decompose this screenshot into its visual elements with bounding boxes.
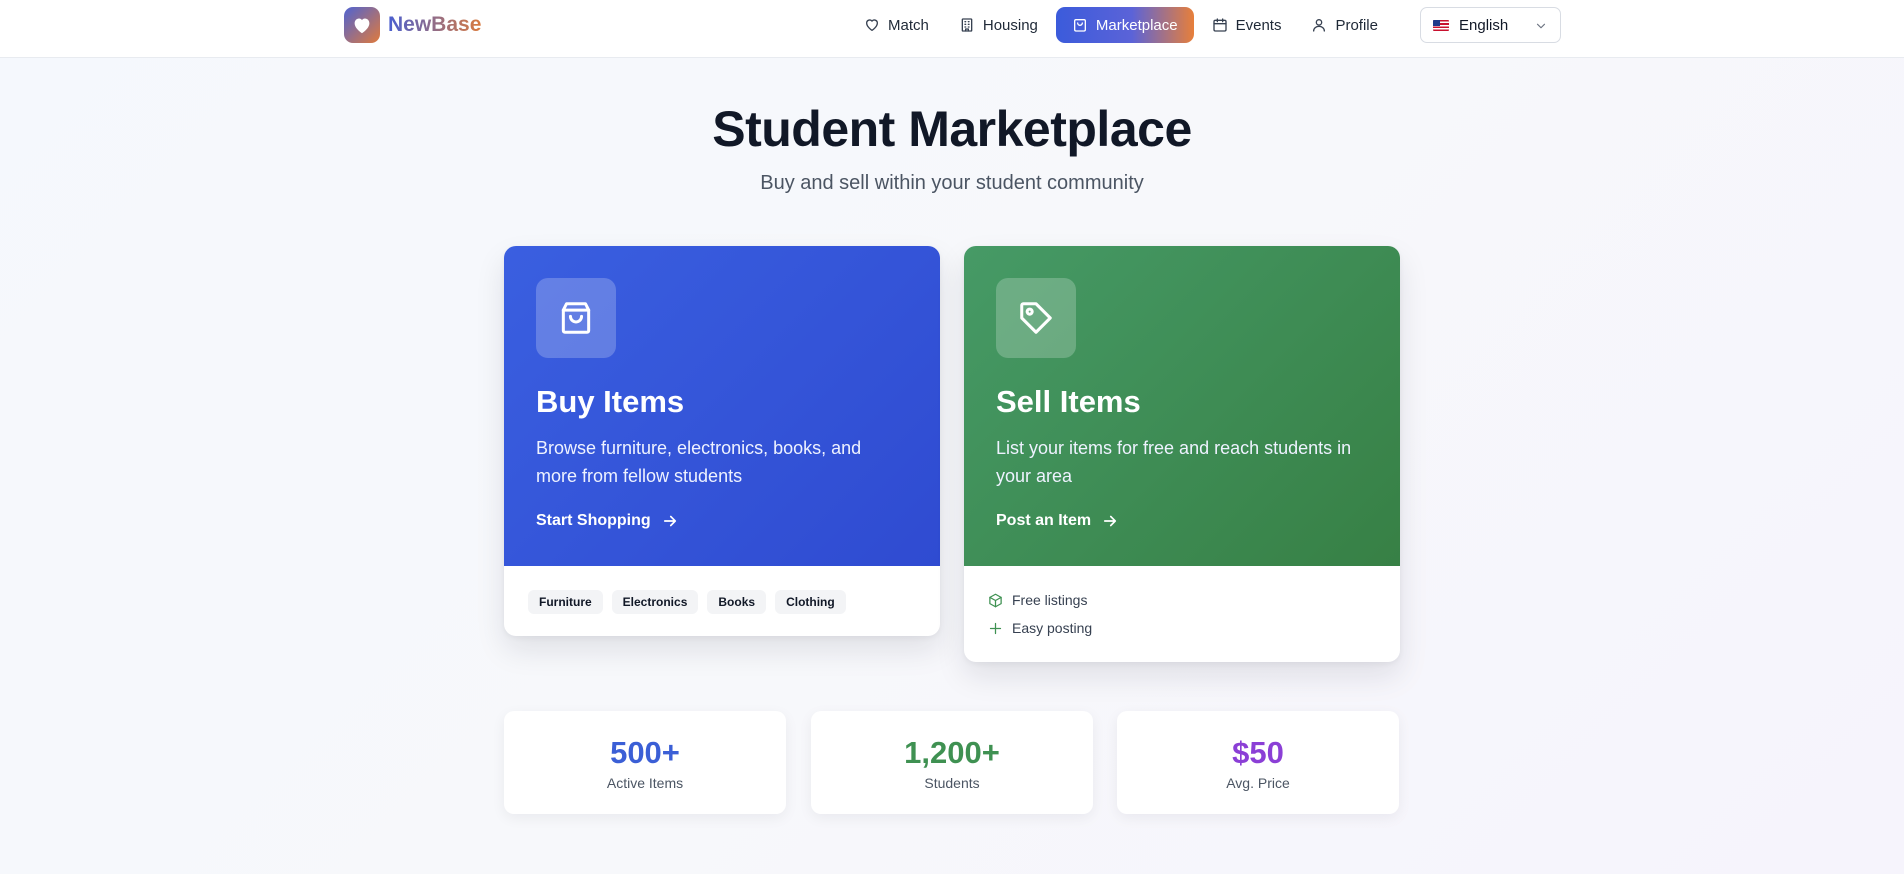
- stat-value: $50: [1232, 735, 1284, 770]
- stat-value: 500+: [610, 735, 680, 770]
- stat-avg-price: $50 Avg. Price: [1117, 711, 1399, 814]
- chevron-down-icon: [1536, 23, 1546, 29]
- tag-books[interactable]: Books: [707, 590, 767, 614]
- language-selected: English: [1459, 16, 1509, 34]
- stat-value: 1,200+: [904, 735, 1000, 770]
- brand-name: NewBase: [388, 13, 482, 36]
- buy-card-tags: Furniture Electronics Books Clothing: [504, 566, 940, 614]
- tag-furniture[interactable]: Furniture: [528, 590, 603, 614]
- stat-label: Avg. Price: [1226, 775, 1290, 791]
- nav-item-match[interactable]: Match: [852, 7, 941, 43]
- start-shopping-link[interactable]: Start Shopping: [536, 512, 679, 530]
- cta-label: Post an Item: [996, 512, 1092, 529]
- nav-item-housing[interactable]: Housing: [947, 7, 1050, 43]
- heart-icon: [866, 19, 878, 31]
- user-icon: [1313, 19, 1326, 32]
- stat-students: 1,200+ Students: [811, 711, 1093, 814]
- us-flag-icon: [1433, 19, 1449, 31]
- page-subtitle: Buy and sell within your student communi…: [760, 172, 1144, 194]
- cta-label: Start Shopping: [536, 512, 651, 529]
- sell-card-header[interactable]: Sell Items List your items for free and …: [964, 246, 1400, 566]
- arrow-right-icon: [1104, 515, 1117, 527]
- sell-card-title: Sell Items: [996, 384, 1141, 419]
- post-item-link[interactable]: Post an Item: [996, 512, 1119, 530]
- shopping-bag-icon: [1073, 19, 1086, 32]
- page-title: Student Marketplace: [712, 101, 1192, 157]
- sell-card-features: Free listings Easy posting: [964, 566, 1400, 642]
- sell-card-description: List your items for free and reach stude…: [996, 438, 1352, 486]
- stat-label: Students: [924, 775, 980, 791]
- nav-item-events[interactable]: Events: [1200, 7, 1294, 43]
- buy-card-title: Buy Items: [536, 384, 685, 419]
- package-icon: [989, 593, 1002, 607]
- shopping-bag-icon: [536, 278, 616, 358]
- stat-label: Active Items: [606, 775, 684, 791]
- buy-card-description: Browse furniture, electronics, books, an…: [536, 438, 862, 486]
- language-select[interactable]: English: [1420, 7, 1561, 43]
- feature-easy-posting: Easy posting: [988, 614, 1376, 642]
- sell-items-card: Sell Items List your items for free and …: [964, 246, 1400, 662]
- buy-items-card: Buy Items Browse furniture, electronics,…: [504, 246, 940, 636]
- feature-free-listings: Free listings: [988, 586, 1376, 614]
- nav-item-marketplace[interactable]: Marketplace: [1055, 7, 1194, 43]
- brand-logo[interactable]: NewBase: [344, 7, 481, 43]
- nav-label: Housing: [982, 16, 1038, 34]
- building-icon: [961, 18, 973, 32]
- nav-label: Events: [1235, 16, 1282, 34]
- stat-active-items: 500+ Active Items: [504, 711, 786, 814]
- nav-label: Match: [888, 16, 929, 34]
- main-nav: Match Housing Marketplace Events Profile: [852, 7, 1396, 43]
- tag-clothing[interactable]: Clothing: [775, 590, 846, 614]
- arrow-right-icon: [663, 515, 676, 527]
- calendar-icon: [1212, 18, 1227, 32]
- heart-logo-icon: [344, 7, 380, 43]
- feature-label: Easy posting: [1012, 620, 1093, 636]
- plus-icon: [989, 622, 1002, 634]
- tag-electronics[interactable]: Electronics: [611, 590, 699, 614]
- top-navbar: NewBase Match Housing Marketplace Events…: [0, 0, 1904, 58]
- tag-icon: [996, 278, 1076, 358]
- nav-label: Profile: [1335, 16, 1378, 34]
- buy-card-header[interactable]: Buy Items Browse furniture, electronics,…: [504, 246, 940, 566]
- nav-label: Marketplace: [1095, 16, 1178, 34]
- nav-item-profile[interactable]: Profile: [1299, 7, 1390, 43]
- feature-label: Free listings: [1012, 592, 1088, 608]
